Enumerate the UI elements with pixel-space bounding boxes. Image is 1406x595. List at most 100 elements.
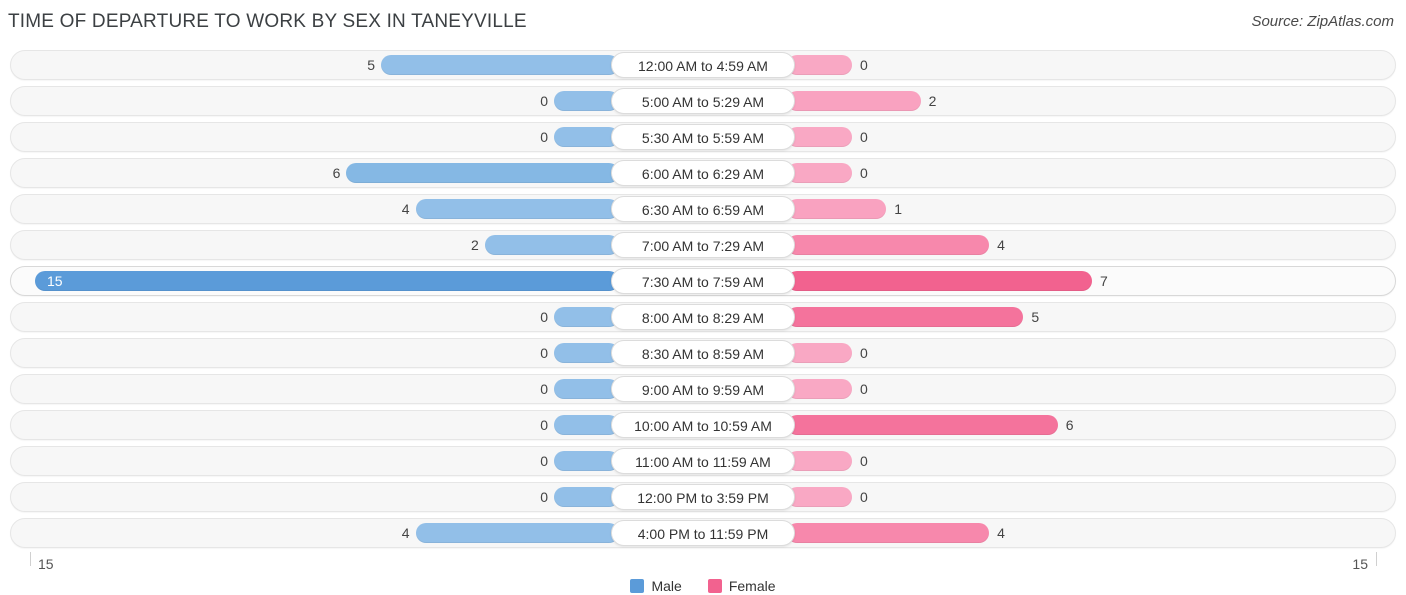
chart-row[interactable]: 0 2 5:00 AM to 5:29 AM: [10, 86, 1396, 116]
female-value-label: 0: [860, 489, 868, 505]
source-attribution: Source: ZipAtlas.com: [1251, 13, 1394, 30]
category-label: 5:00 AM to 5:29 AM: [611, 88, 795, 114]
female-value-label: 5: [1031, 309, 1040, 325]
female-bar[interactable]: [787, 127, 852, 147]
female-value-label: 0: [860, 453, 868, 469]
male-value-label: 0: [540, 309, 548, 325]
female-value-label: 0: [860, 381, 868, 397]
chart-row[interactable]: 2 4 7:00 AM to 7:29 AM: [10, 230, 1396, 260]
male-bar[interactable]: [346, 163, 619, 183]
category-label: 12:00 PM to 3:59 PM: [611, 484, 795, 510]
male-bar[interactable]: [554, 487, 619, 507]
female-bar[interactable]: [787, 343, 852, 363]
category-label: 5:30 AM to 5:59 AM: [611, 124, 795, 150]
axis-tick-left: [30, 552, 31, 566]
female-value-label: 1: [894, 201, 903, 217]
male-value-label: 5: [367, 57, 375, 73]
male-value-label: 0: [540, 453, 548, 469]
category-label: 7:00 AM to 7:29 AM: [611, 232, 795, 258]
chart-header: TIME OF DEPARTURE TO WORK BY SEX IN TANE…: [0, 0, 1406, 44]
female-bar[interactable]: [787, 199, 887, 219]
female-value-label: 0: [860, 129, 868, 145]
legend-swatch-icon: [707, 579, 722, 593]
female-value-label: 0: [860, 165, 868, 181]
female-bar[interactable]: [787, 379, 852, 399]
chart-row[interactable]: 4 4 4:00 PM to 11:59 PM: [10, 518, 1396, 548]
category-label: 6:00 AM to 6:29 AM: [611, 160, 795, 186]
category-label: 12:00 AM to 4:59 AM: [611, 52, 795, 78]
category-label: 4:00 PM to 11:59 PM: [611, 520, 795, 546]
female-value-label: 4: [997, 237, 1005, 253]
male-bar[interactable]: [554, 343, 619, 363]
female-bar[interactable]: [787, 415, 1058, 435]
chart-row[interactable]: 0 0 11:00 AM to 11:59 AM: [10, 446, 1396, 476]
chart-row[interactable]: 0 0 12:00 PM to 3:59 PM: [10, 482, 1396, 512]
male-bar[interactable]: [35, 271, 619, 291]
male-value-label: 6: [332, 165, 341, 181]
female-value-label: 2: [928, 93, 937, 109]
male-bar[interactable]: [554, 307, 619, 327]
chart-row[interactable]: 5 0 12:00 AM to 4:59 AM: [10, 50, 1396, 80]
legend-label: Male: [651, 578, 682, 594]
male-bar[interactable]: [381, 55, 619, 75]
category-label: 7:30 AM to 7:59 AM: [611, 268, 795, 294]
female-bar[interactable]: [787, 523, 990, 543]
male-bar[interactable]: [554, 127, 619, 147]
chart-row[interactable]: 0 0 9:00 AM to 9:59 AM: [10, 374, 1396, 404]
legend-item[interactable]: Male: [630, 578, 682, 594]
male-value-label: 0: [540, 129, 548, 145]
legend-item[interactable]: Female: [707, 578, 776, 594]
category-label: 11:00 AM to 11:59 AM: [611, 448, 795, 474]
male-value-label: 4: [401, 201, 410, 217]
male-bar[interactable]: [554, 451, 619, 471]
chart-row[interactable]: 4 1 6:30 AM to 6:59 AM: [10, 194, 1396, 224]
female-value-label: 0: [860, 345, 868, 361]
female-bar[interactable]: [787, 451, 852, 471]
female-value-label: 6: [1065, 417, 1074, 433]
female-value-label: 7: [1100, 273, 1108, 289]
female-bar[interactable]: [787, 235, 990, 255]
male-bar[interactable]: [415, 199, 619, 219]
male-bar[interactable]: [554, 91, 619, 111]
male-bar[interactable]: [415, 523, 619, 543]
category-label: 10:00 AM to 10:59 AM: [611, 412, 795, 438]
female-bar[interactable]: [787, 307, 1024, 327]
female-bar[interactable]: [787, 487, 852, 507]
chart-row[interactable]: 15 7 7:30 AM to 7:59 AM: [10, 266, 1396, 296]
category-label: 6:30 AM to 6:59 AM: [611, 196, 795, 222]
category-label: 9:00 AM to 9:59 AM: [611, 376, 795, 402]
legend-swatch-icon: [630, 579, 645, 593]
chart-legend: Male Female: [0, 578, 1406, 594]
bidirectional-bar-chart: 5 0 12:00 AM to 4:59 AM 0 2 5:00 AM to 5:29 A…: [0, 44, 1406, 552]
axis-label-left: 15: [38, 556, 54, 572]
legend-label: Female: [728, 578, 776, 594]
chart-row[interactable]: 0 6 10:00 AM to 10:59 AM: [10, 410, 1396, 440]
chart-row[interactable]: 0 0 5:30 AM to 5:59 AM: [10, 122, 1396, 152]
chart-row[interactable]: 6 0 6:00 AM to 6:29 AM: [10, 158, 1396, 188]
female-value-label: 4: [997, 525, 1005, 541]
male-value-label: 4: [401, 525, 410, 541]
category-label: 8:00 AM to 8:29 AM: [611, 304, 795, 330]
female-value-label: 0: [860, 57, 868, 73]
male-value-label: 15: [47, 273, 63, 289]
male-value-label: 0: [540, 489, 548, 505]
category-label: 8:30 AM to 8:59 AM: [611, 340, 795, 366]
axis-label-right: 15: [1352, 556, 1368, 572]
female-bar[interactable]: [787, 271, 1092, 291]
male-value-label: 0: [540, 93, 548, 109]
female-bar[interactable]: [787, 163, 852, 183]
chart-row[interactable]: 0 5 8:00 AM to 8:29 AM: [10, 302, 1396, 332]
male-value-label: 0: [540, 345, 548, 361]
male-value-label: 2: [471, 237, 479, 253]
female-bar[interactable]: [787, 91, 921, 111]
male-value-label: 0: [540, 417, 548, 433]
male-bar[interactable]: [554, 415, 619, 435]
page-title: TIME OF DEPARTURE TO WORK BY SEX IN TANE…: [8, 11, 527, 32]
female-bar[interactable]: [787, 55, 852, 75]
male-bar[interactable]: [554, 379, 619, 399]
chart-row[interactable]: 0 0 8:30 AM to 8:59 AM: [10, 338, 1396, 368]
male-value-label: 0: [540, 381, 548, 397]
male-bar[interactable]: [484, 235, 619, 255]
axis-tick-right: [1376, 552, 1377, 566]
chart-footer: 15 15 Male Female: [0, 552, 1406, 595]
